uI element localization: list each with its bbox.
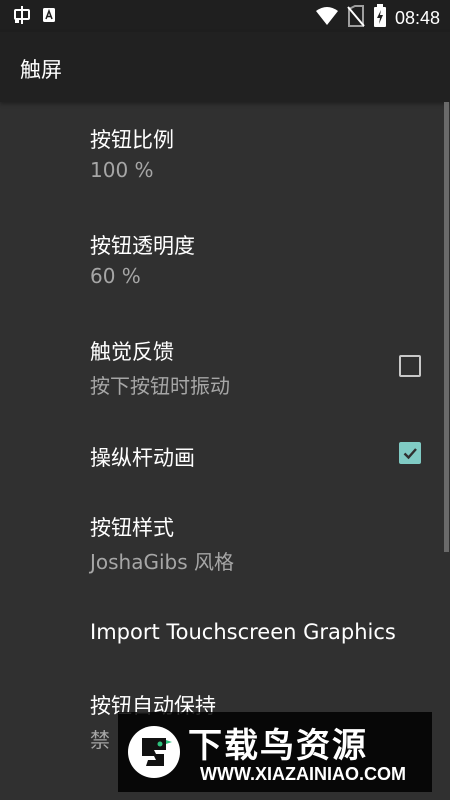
wifi-icon [315,5,339,31]
pref-title: 触觉反馈 [90,340,174,364]
status-right-icons: 08:48 [315,4,440,32]
status-left-icons [12,5,56,29]
a-box-icon [42,7,56,27]
pref-import-touchscreen-graphics[interactable]: Import Touchscreen Graphics [0,600,440,670]
pref-summary: 100 % [90,158,154,182]
page-title: 触屏 [20,58,62,82]
bug-icon [12,5,32,29]
watermark-title: 下载鸟资源 [188,726,368,766]
bird-logo-icon [126,724,182,784]
status-time: 08:48 [394,7,440,28]
pref-joystick-animation[interactable]: 操纵杆动画 [0,420,440,488]
haptic-feedback-checkbox[interactable] [399,355,421,377]
preference-list: 按钮比例 100 % 按钮透明度 60 % 触觉反馈 按下按钮时振动 操纵杆动画… [0,102,450,800]
pref-button-style[interactable]: 按钮样式 JoshaGibs 风格 [0,494,440,600]
watermark: 下载鸟资源 WWW.XIAZAINIAO.COM [118,712,432,792]
screen: 08:48 触屏 按钮比例 100 % 按钮透明度 60 % 触觉反馈 按下按钮… [0,0,450,800]
pref-title: 按钮透明度 [90,234,195,258]
joystick-animation-checkbox[interactable] [399,442,421,464]
watermark-url: WWW.XIAZAINIAO.COM [200,764,406,784]
scrollbar[interactable] [444,102,449,552]
no-sim-icon [347,5,365,31]
pref-button-scale[interactable]: 按钮比例 100 % [0,102,440,208]
pref-title: Import Touchscreen Graphics [90,620,396,644]
pref-title: 按钮比例 [90,128,174,152]
checkmark-icon [403,448,417,460]
status-bar: 08:48 [0,0,450,32]
pref-title: 按钮样式 [90,516,174,540]
pref-title: 操纵杆动画 [90,446,195,470]
pref-button-opacity[interactable]: 按钮透明度 60 % [0,208,440,314]
pref-summary: JoshaGibs 风格 [90,550,235,574]
battery-charging-icon [373,4,387,32]
pref-haptic-feedback[interactable]: 触觉反馈 按下按钮时振动 [0,314,440,420]
pref-summary: 按下按钮时振动 [90,374,230,398]
app-toolbar: 触屏 [0,32,450,102]
pref-summary: 禁 [90,728,110,752]
pref-summary: 60 % [90,264,141,288]
